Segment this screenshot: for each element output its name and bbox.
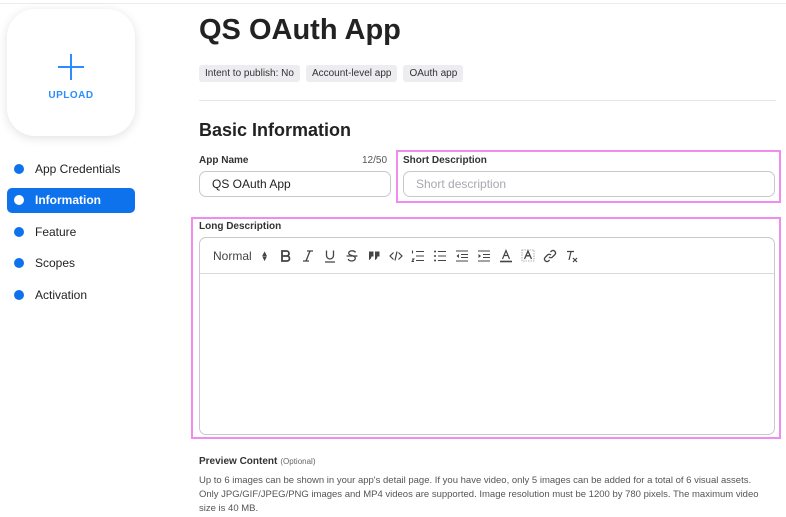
long-description-label: Long Description <box>199 221 282 232</box>
sidebar-item-label: Activation <box>35 287 88 302</box>
short-description-label: Short Description <box>403 155 487 166</box>
sidebar-nav: App Credentials Information Feature Scop… <box>7 156 135 314</box>
italic-icon[interactable] <box>297 245 319 267</box>
sidebar-item-information[interactable]: Information <box>7 187 135 213</box>
preview-content-label: Preview Content (Optional) <box>199 456 315 467</box>
long-description-input[interactable] <box>200 274 774 434</box>
preview-description: Up to 6 images can be shown in your app'… <box>199 475 759 514</box>
header-divider <box>199 100 776 101</box>
sidebar-item-label: App Credentials <box>35 161 121 176</box>
sidebar-item-label: Information <box>35 193 101 207</box>
sidebar-item-app-credentials[interactable]: App Credentials <box>7 156 135 181</box>
format-select-value: Normal <box>213 248 252 263</box>
status-badge: Intent to publish: No <box>199 65 300 82</box>
clear-format-icon[interactable] <box>561 245 583 267</box>
outdent-icon[interactable] <box>451 245 473 267</box>
status-badge: OAuth app <box>403 65 464 82</box>
upload-button[interactable]: UPLOAD <box>7 9 135 136</box>
app-name-input[interactable] <box>199 171 391 197</box>
strike-icon[interactable] <box>341 245 363 267</box>
link-icon[interactable] <box>539 245 561 267</box>
bullet-list-icon[interactable] <box>429 245 451 267</box>
dot-icon <box>14 163 24 174</box>
upload-label: UPLOAD <box>48 90 94 101</box>
updown-arrow-icon: ▲ ▼ <box>260 248 269 263</box>
plus-icon <box>58 54 84 80</box>
tag-list: Intent to publish: No Account-level app … <box>199 65 464 82</box>
optional-label: (Optional) <box>280 457 316 466</box>
background-color-icon[interactable] <box>517 245 539 267</box>
indent-icon[interactable] <box>473 245 495 267</box>
sidebar-item-label: Scopes <box>35 256 76 270</box>
status-badge: Account-level app <box>305 65 398 82</box>
format-select[interactable]: Normal ▲ ▼ <box>213 249 269 263</box>
text-color-icon[interactable] <box>495 245 517 267</box>
dot-icon <box>14 289 24 300</box>
sidebar-item-activation[interactable]: Activation <box>7 282 135 307</box>
app-name-char-count: 12/50 <box>362 155 388 166</box>
dot-icon <box>14 226 24 237</box>
code-icon[interactable] <box>385 245 407 267</box>
app-name-label: App Name <box>199 155 249 166</box>
sidebar-item-feature[interactable]: Feature <box>7 219 135 244</box>
ordered-list-icon[interactable] <box>407 245 429 267</box>
page-title: QS OAuth App <box>199 14 401 46</box>
long-description-editor: Normal ▲ ▼ <box>199 237 775 435</box>
quote-icon[interactable] <box>363 245 385 267</box>
dot-icon <box>14 258 24 268</box>
sidebar-item-scopes[interactable]: Scopes <box>7 251 135 276</box>
short-description-input[interactable] <box>403 171 775 197</box>
sidebar-item-label: Feature <box>35 224 77 239</box>
underline-icon[interactable] <box>319 245 341 267</box>
top-divider <box>0 3 786 4</box>
dot-icon <box>14 195 24 205</box>
editor-toolbar: Normal ▲ ▼ <box>200 238 774 274</box>
section-title: Basic Information <box>199 120 352 140</box>
preview-label-text: Preview Content <box>199 456 278 467</box>
bold-icon[interactable] <box>275 245 297 267</box>
